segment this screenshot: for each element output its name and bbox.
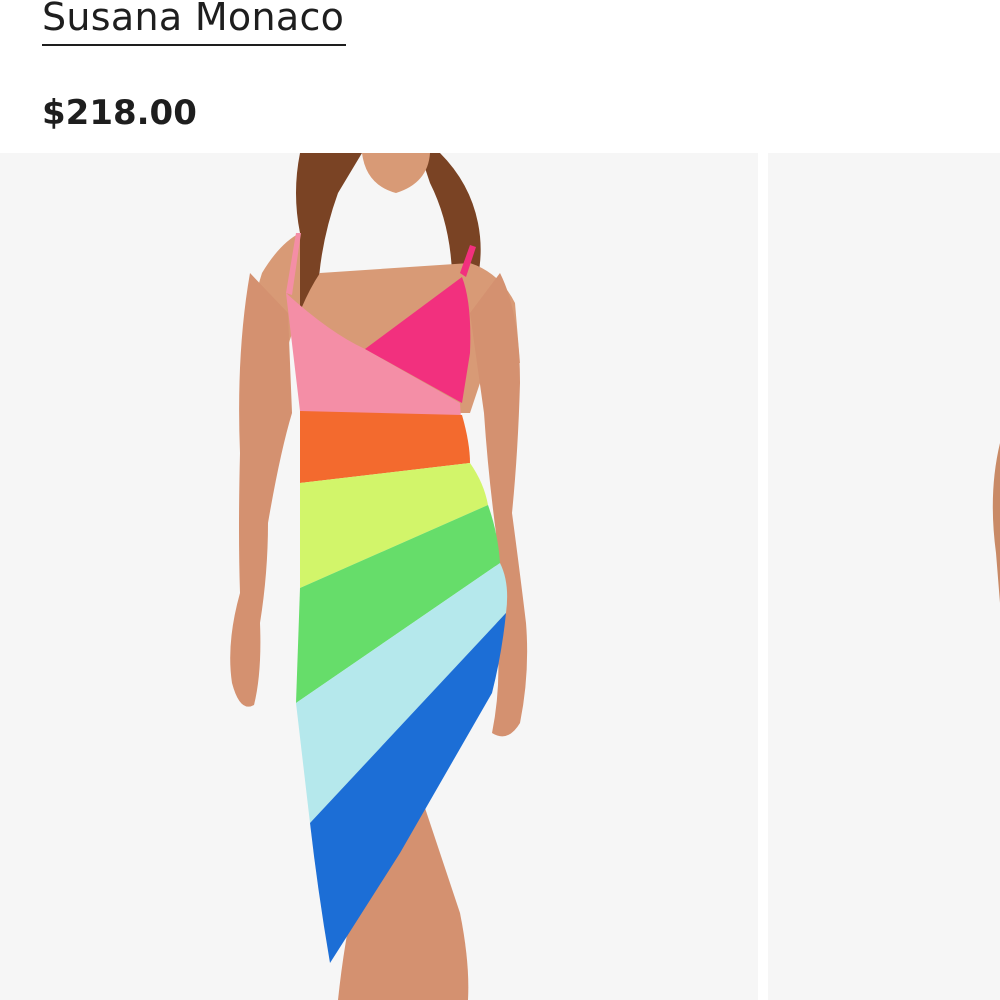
gallery-image-main[interactable] [0,153,758,1000]
product-photo [230,153,528,1000]
gallery-image-next[interactable] [768,153,1000,1000]
model-face [362,153,430,193]
image-gallery[interactable] [0,153,1000,1000]
brand-underline [42,44,346,46]
brand-link[interactable]: Susana Monaco [42,0,344,40]
next-product-photo [992,443,1000,603]
product-price: $218.00 [42,93,197,133]
model-arm-left [230,273,292,707]
